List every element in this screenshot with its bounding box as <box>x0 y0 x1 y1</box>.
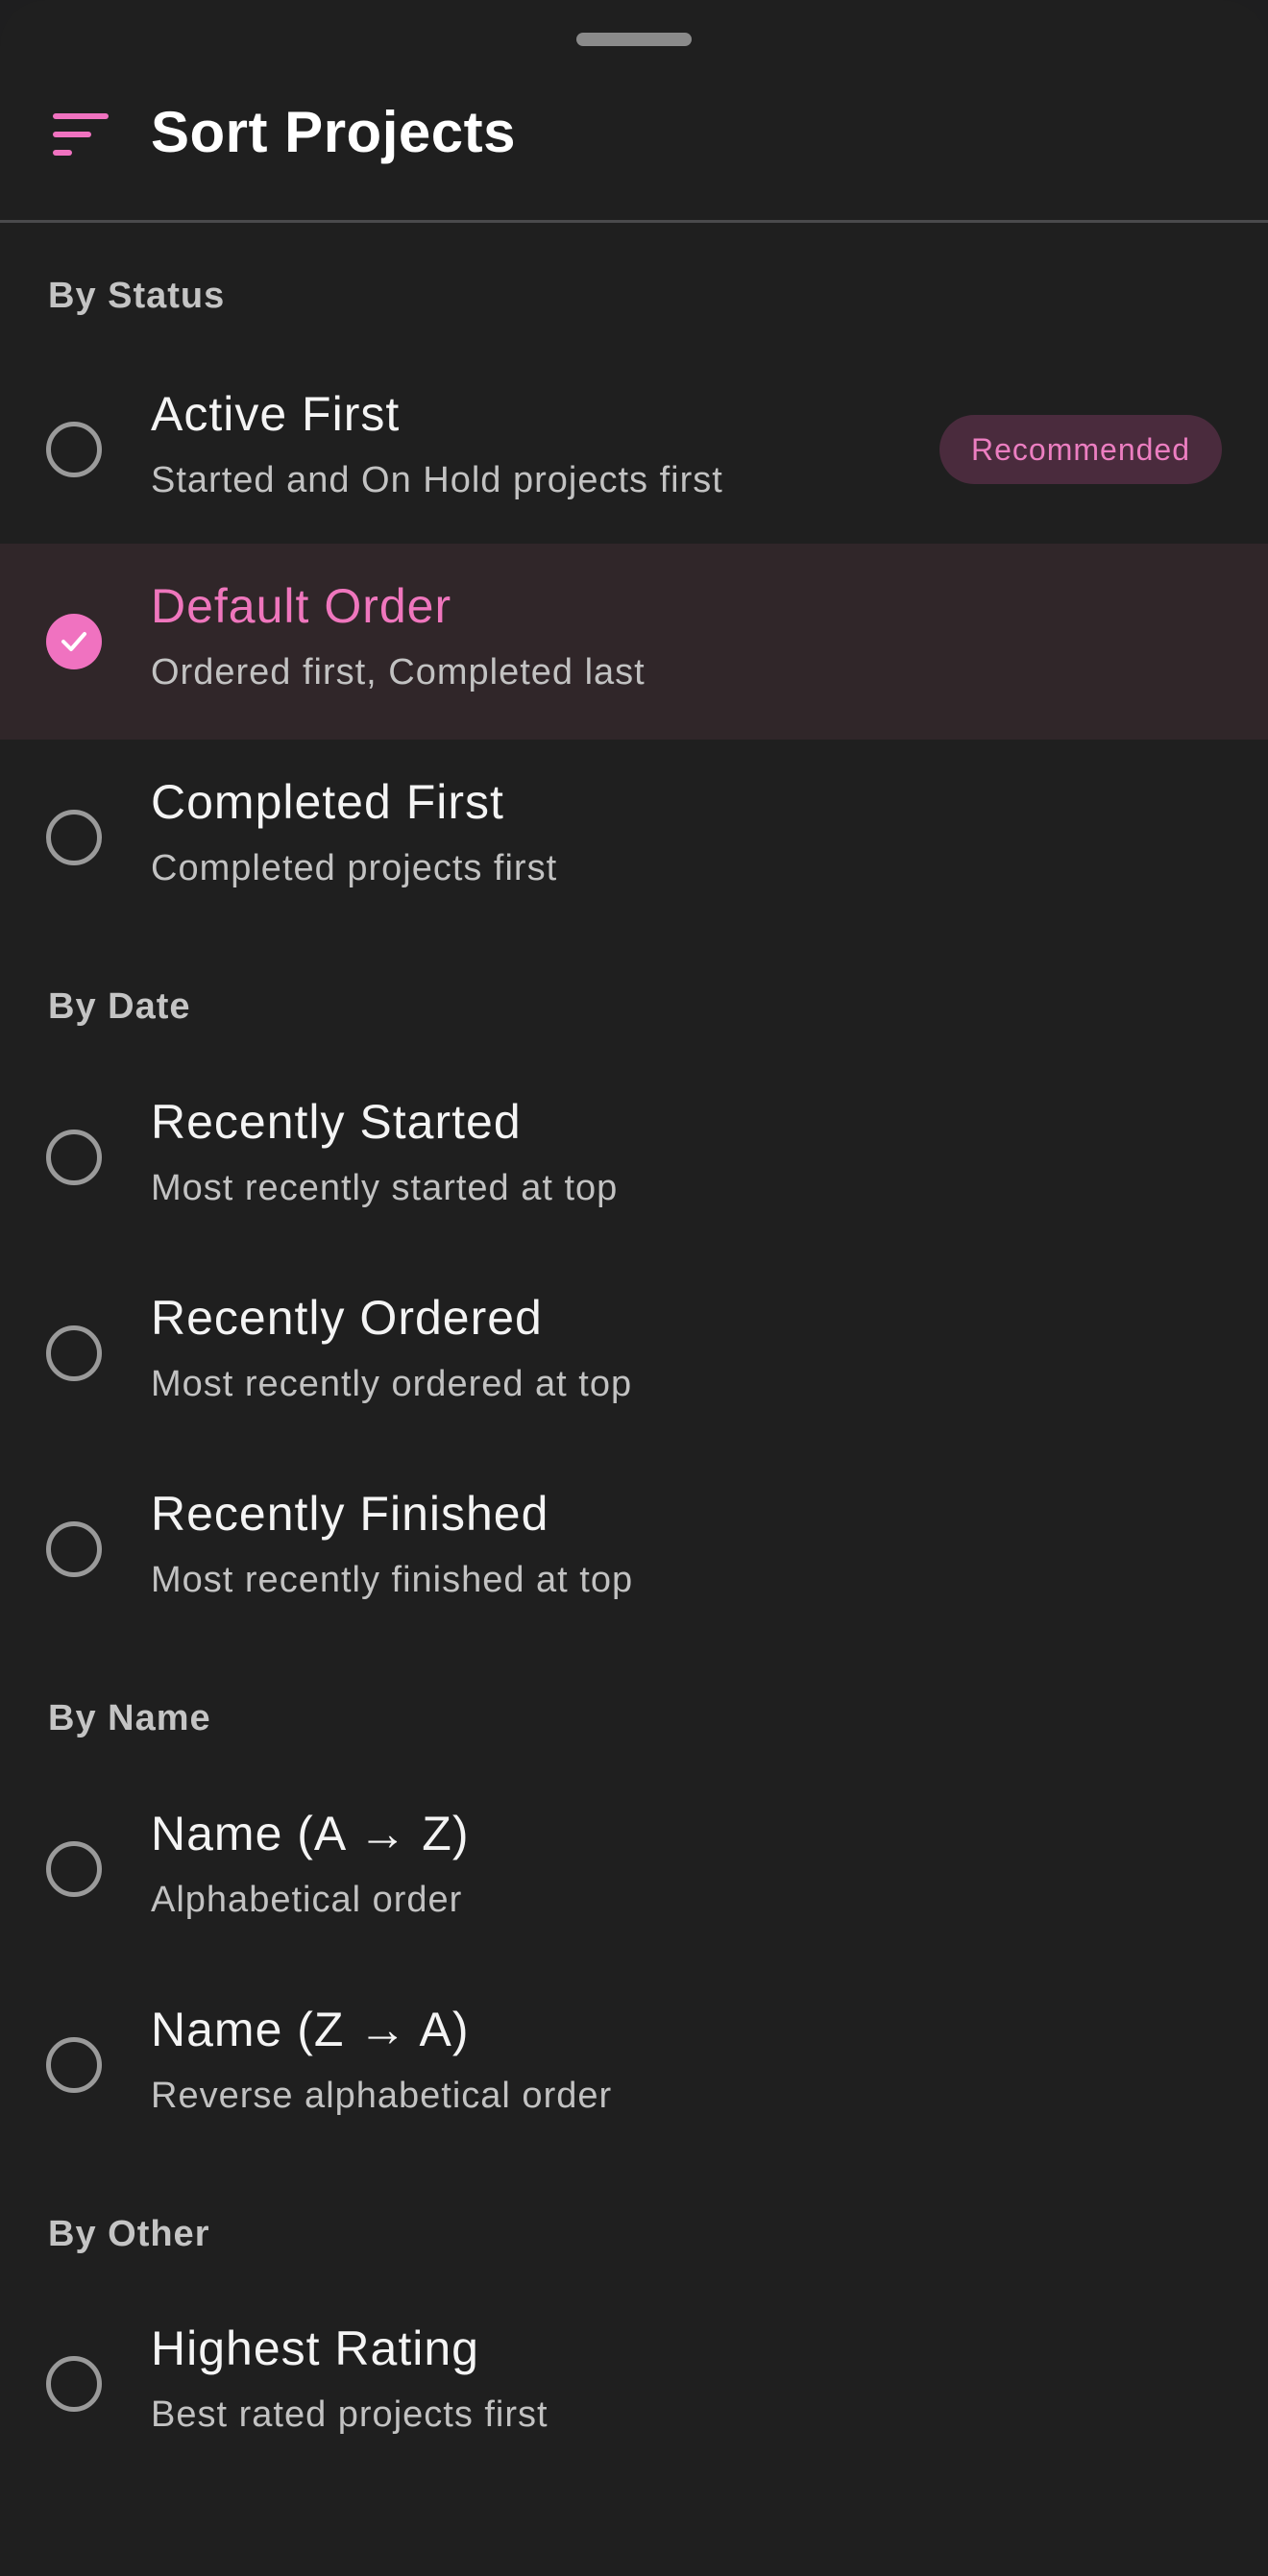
option-label: Active First <box>151 387 401 441</box>
section-title: By Other <box>48 2214 210 2254</box>
sort-option-active-first[interactable]: Active First Started and On Hold project… <box>0 352 1268 547</box>
option-label: Recently Ordered <box>151 1291 543 1345</box>
sheet-title: Sort Projects <box>151 100 516 164</box>
option-description: Reverse alphabetical order <box>151 2076 613 2116</box>
option-description: Most recently ordered at top <box>151 1364 633 1404</box>
radio-unchecked-icon[interactable] <box>46 1521 102 1577</box>
option-label: Name (A → Z) <box>151 1807 470 1860</box>
radio-unchecked-icon[interactable] <box>46 1130 102 1185</box>
section-title: By Date <box>48 986 191 1027</box>
radio-unchecked-icon[interactable] <box>46 1841 102 1897</box>
radio-unchecked-icon[interactable] <box>46 2037 102 2093</box>
option-label: Default Order <box>151 579 452 633</box>
sort-option-completed-first[interactable]: Completed First Completed projects first <box>0 740 1268 936</box>
sort-icon <box>53 113 109 156</box>
option-description: Alphabetical order <box>151 1880 463 1920</box>
sort-option-name-z-a[interactable]: Name (Z → A) Reverse alphabetical order <box>0 1967 1268 2163</box>
option-label: Completed First <box>151 775 504 829</box>
sort-bottom-sheet: Sort Projects By Status Active First Sta… <box>0 0 1268 2576</box>
sheet-header: Sort Projects <box>0 58 1268 221</box>
option-description: Started and On Hold projects first <box>151 460 723 500</box>
sort-option-recently-started[interactable]: Recently Started Most recently started a… <box>0 1059 1268 1255</box>
option-description: Most recently finished at top <box>151 1560 634 1600</box>
option-label: Recently Finished <box>151 1487 549 1541</box>
sort-option-name-a-z[interactable]: Name (A → Z) Alphabetical order <box>0 1771 1268 1967</box>
recommended-badge: Recommended <box>939 415 1222 484</box>
option-description: Best rated projects first <box>151 2394 549 2435</box>
radio-unchecked-icon[interactable] <box>46 422 102 477</box>
sort-option-highest-rating[interactable]: Highest Rating Best rated projects first <box>0 2286 1268 2482</box>
section-title: By Status <box>48 276 226 316</box>
sort-option-recently-ordered[interactable]: Recently Ordered Most recently ordered a… <box>0 1255 1268 1451</box>
sort-option-recently-finished[interactable]: Recently Finished Most recently finished… <box>0 1451 1268 1647</box>
option-description: Ordered first, Completed last <box>151 652 646 693</box>
sort-option-default-order[interactable]: Default Order Ordered first, Completed l… <box>0 544 1268 740</box>
radio-unchecked-icon[interactable] <box>46 1325 102 1381</box>
radio-unchecked-icon[interactable] <box>46 2356 102 2412</box>
radio-checked-icon[interactable] <box>46 614 102 669</box>
option-label: Highest Rating <box>151 2321 479 2375</box>
radio-unchecked-icon[interactable] <box>46 810 102 865</box>
option-label: Recently Started <box>151 1095 522 1149</box>
section-title: By Name <box>48 1698 211 1738</box>
header-divider <box>0 220 1268 223</box>
option-description: Completed projects first <box>151 848 558 888</box>
option-label: Name (Z → A) <box>151 2003 470 2056</box>
drag-handle[interactable] <box>576 33 692 46</box>
option-description: Most recently started at top <box>151 1168 619 1208</box>
